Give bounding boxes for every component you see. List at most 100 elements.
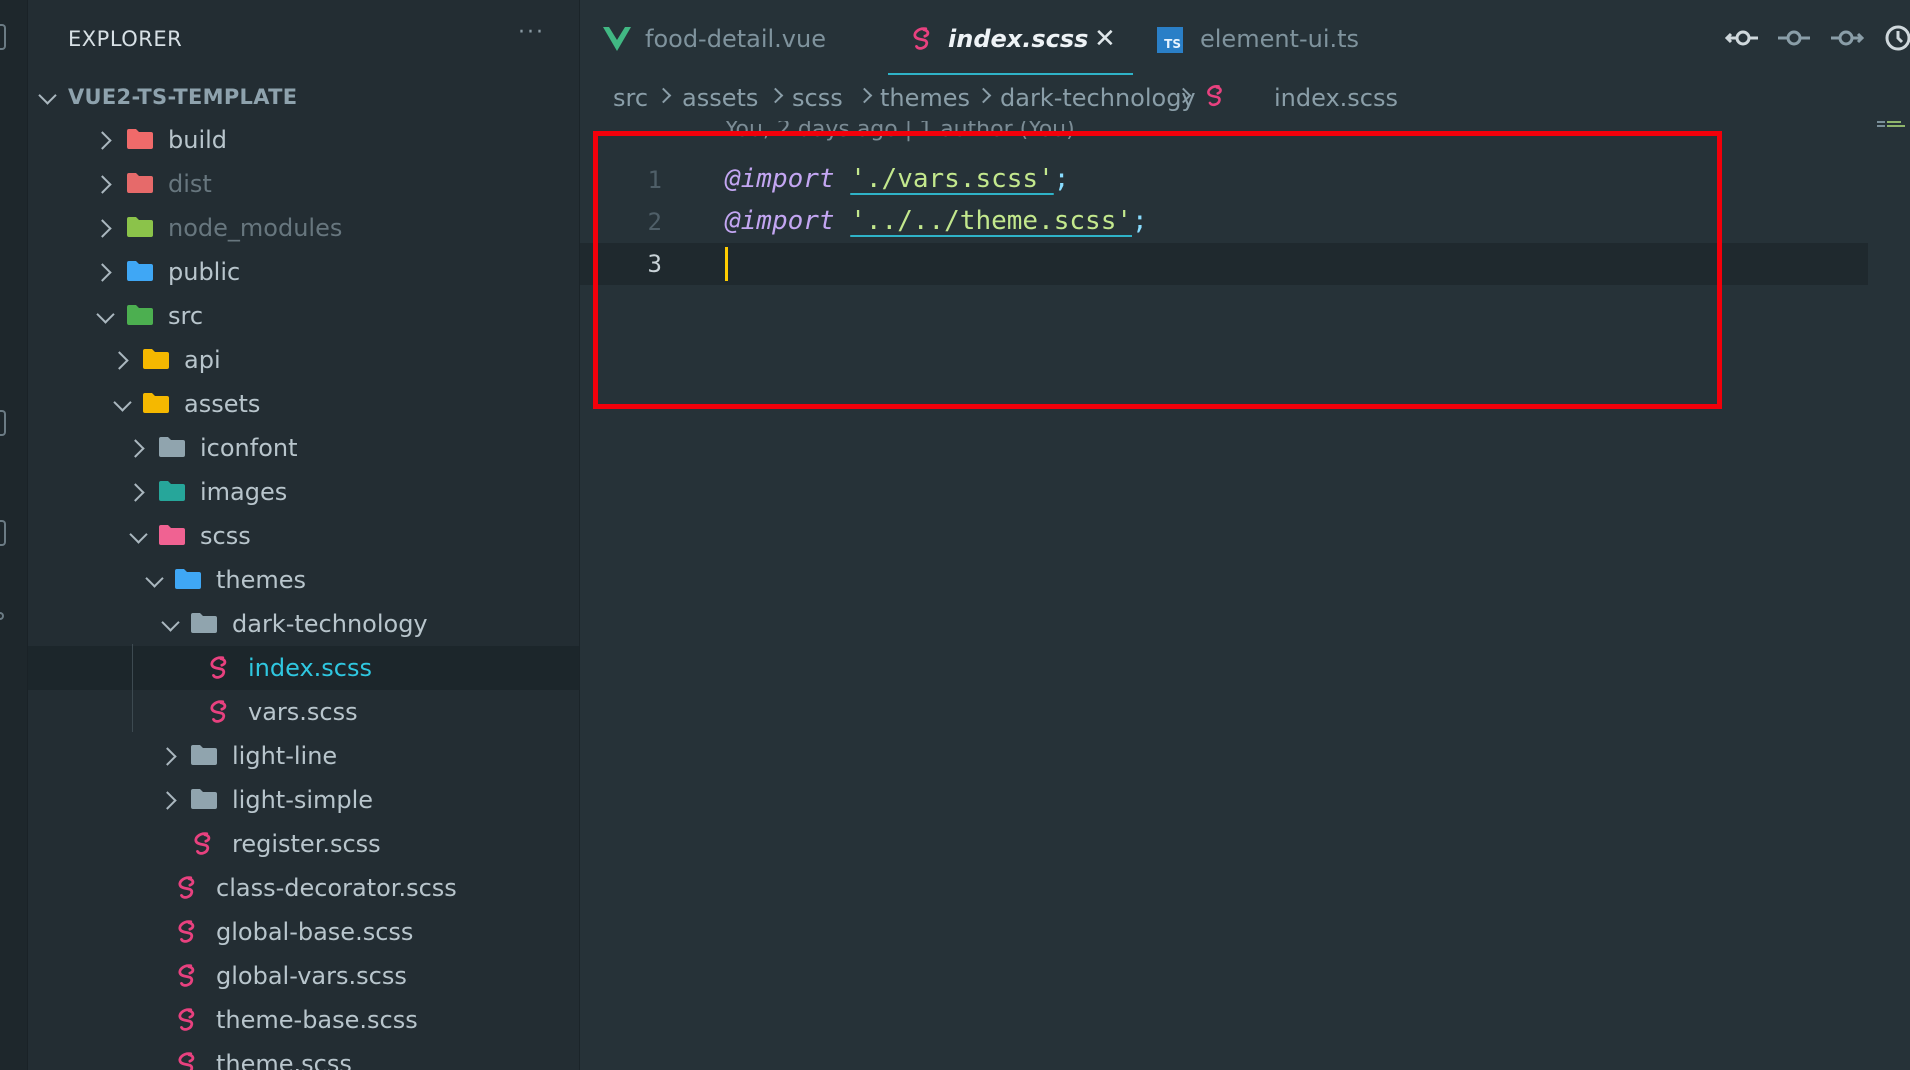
chevron-right-icon[interactable] xyxy=(131,440,145,454)
chevron-down-icon[interactable] xyxy=(131,531,145,545)
chevron-right-icon[interactable] xyxy=(163,792,177,806)
tree-item-label: assets xyxy=(184,390,261,418)
sass-file-icon xyxy=(206,655,234,679)
git-commit-icon[interactable] xyxy=(1777,24,1811,52)
breadcrumb-item[interactable]: src xyxy=(613,84,648,112)
project-name: VUE2-TS-TEMPLATE xyxy=(68,85,298,109)
tab-label: food-detail.vue xyxy=(645,25,826,53)
tree-item-label: dist xyxy=(168,170,212,198)
sass-file-icon xyxy=(913,27,930,50)
tree-item-label: index.scss xyxy=(248,654,372,682)
tree-item-label: vars.scss xyxy=(248,698,358,726)
chevron-right-icon xyxy=(1180,87,1194,101)
chevron-down-icon[interactable] xyxy=(98,311,112,325)
tree-item-label: themes xyxy=(216,566,307,594)
chevron-right-icon[interactable] xyxy=(98,220,112,234)
chevron-down-icon[interactable] xyxy=(163,619,177,633)
tree-item-label: light-line xyxy=(232,742,338,770)
tree-item-label: src xyxy=(168,302,204,330)
minimap[interactable] xyxy=(1877,121,1907,127)
folder-build-icon xyxy=(126,127,154,151)
tree-item[interactable]: build xyxy=(28,118,579,162)
tree-item[interactable]: global-base.scss xyxy=(28,910,579,954)
tree-item-label: register.scss xyxy=(232,830,381,858)
chevron-down-icon[interactable] xyxy=(40,92,54,106)
sass-file-icon xyxy=(174,1007,202,1031)
tree-item[interactable]: light-line xyxy=(28,734,579,778)
tree-item[interactable]: images xyxy=(28,470,579,514)
tree-item[interactable]: index.scss xyxy=(28,646,579,690)
folder-icon xyxy=(158,435,186,459)
tree-item[interactable]: theme-base.scss xyxy=(28,998,579,1042)
tree-item[interactable]: src xyxy=(28,294,579,338)
tree-item[interactable]: global-vars.scss xyxy=(28,954,579,998)
tree-item[interactable]: public xyxy=(28,250,579,294)
breadcrumb-item[interactable]: themes xyxy=(880,84,970,112)
tree-item-label: scss xyxy=(200,522,251,550)
tree-item[interactable]: api xyxy=(28,338,579,382)
chevron-down-icon[interactable] xyxy=(147,575,161,589)
folder-open-icon xyxy=(190,611,218,635)
typescript-icon: TS xyxy=(1157,27,1183,53)
chevron-down-icon[interactable] xyxy=(115,399,129,413)
chevron-right-icon[interactable] xyxy=(98,176,112,190)
sass-file-icon xyxy=(174,963,202,987)
tree-item[interactable]: theme.scss xyxy=(28,1042,579,1070)
tab-bar: food-detail.vue index.scss ✕ TS element-… xyxy=(580,0,1910,75)
chevron-right-icon[interactable] xyxy=(98,264,112,278)
tree-item[interactable]: dist xyxy=(28,162,579,206)
annotation-highlight-box xyxy=(593,131,1722,409)
tree-item[interactable]: node_modules xyxy=(28,206,579,250)
project-root[interactable]: VUE2-TS-TEMPLATE xyxy=(28,78,579,116)
folder-images-icon xyxy=(158,479,186,503)
timeline-icon[interactable] xyxy=(1882,24,1910,52)
activity-item-icon[interactable] xyxy=(0,520,6,546)
chevron-right-icon[interactable] xyxy=(98,132,112,146)
tree-item-label: iconfont xyxy=(200,434,298,462)
chevron-right-icon[interactable] xyxy=(115,352,129,366)
sass-file-icon xyxy=(174,919,202,943)
tab-label: element-ui.ts xyxy=(1200,25,1360,53)
vue-icon xyxy=(603,27,631,51)
tree-item[interactable]: iconfont xyxy=(28,426,579,470)
tree-item-label: node_modules xyxy=(168,214,343,242)
tree-item-label: api xyxy=(184,346,221,374)
tree-item-label: global-base.scss xyxy=(216,918,414,946)
tree-item-label: public xyxy=(168,258,241,286)
activity-item-icon[interactable] xyxy=(0,410,6,436)
tree-item[interactable]: scss xyxy=(28,514,579,558)
folder-api-icon xyxy=(142,347,170,371)
activity-item-icon[interactable] xyxy=(0,24,6,50)
close-icon[interactable]: ✕ xyxy=(1094,24,1116,54)
tree-item[interactable]: light-simple xyxy=(28,778,579,822)
tab-element-ui[interactable]: TS element-ui.ts xyxy=(1140,0,1390,75)
breadcrumb-item[interactable]: assets xyxy=(682,84,758,112)
breadcrumb-item[interactable]: index.scss xyxy=(1274,84,1398,112)
tab-label: index.scss xyxy=(948,25,1089,53)
folder-icon xyxy=(190,743,218,767)
tree-item-label: light-simple xyxy=(232,786,374,814)
breadcrumb-item[interactable]: dark-technology xyxy=(1000,84,1196,112)
chevron-right-icon[interactable] xyxy=(163,748,177,762)
tree-item[interactable]: themes xyxy=(28,558,579,602)
chevron-right-icon[interactable] xyxy=(131,484,145,498)
git-next-change-icon[interactable] xyxy=(1830,24,1864,52)
breadcrumb-item[interactable]: scss xyxy=(792,84,843,112)
tab-index-scss[interactable]: index.scss ✕ xyxy=(888,0,1133,75)
chevron-right-icon xyxy=(660,87,674,101)
more-actions-icon[interactable]: ··· xyxy=(518,20,545,45)
tree-item[interactable]: class-decorator.scss xyxy=(28,866,579,910)
sass-file-icon xyxy=(190,831,218,855)
chevron-right-icon xyxy=(980,87,994,101)
tree-item[interactable]: vars.scss xyxy=(28,690,579,734)
git-previous-change-icon[interactable] xyxy=(1725,24,1759,52)
explorer-header: EXPLORER ··· xyxy=(28,0,579,80)
tree-item-label: dark-technology xyxy=(232,610,428,638)
activity-item-icon[interactable] xyxy=(0,612,4,620)
folder-scss-icon xyxy=(158,523,186,547)
tab-food-detail[interactable]: food-detail.vue xyxy=(580,0,880,75)
tree-item[interactable]: register.scss xyxy=(28,822,579,866)
tree-item[interactable]: assets xyxy=(28,382,579,426)
tree-item[interactable]: dark-technology xyxy=(28,602,579,646)
folder-dist-icon xyxy=(126,171,154,195)
